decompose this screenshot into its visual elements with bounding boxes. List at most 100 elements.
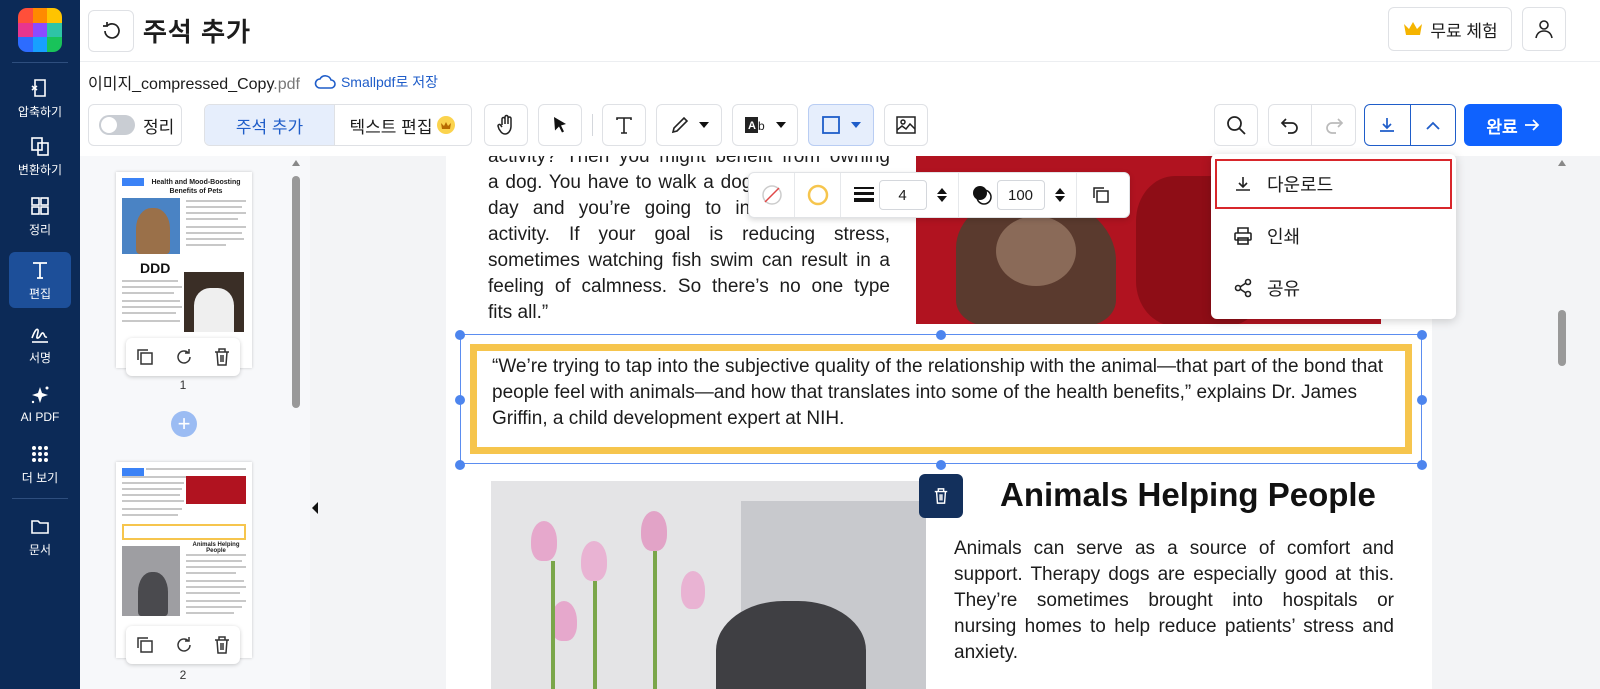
text-highlight-icon: Ab [744, 114, 768, 136]
undo-button[interactable] [1269, 105, 1313, 145]
menu-item-share[interactable]: 공유 [1215, 263, 1452, 313]
hand-tool-button[interactable] [484, 104, 528, 146]
page-number: 1 [179, 378, 187, 392]
resize-handle[interactable] [455, 330, 465, 340]
pen-tool-button[interactable] [656, 104, 722, 146]
thumbnail-scrollbar[interactable] [292, 176, 300, 408]
thumbnail-annotation [122, 524, 246, 540]
thumbnail-toolbar [126, 338, 240, 376]
scroll-up-arrow[interactable] [292, 160, 300, 166]
text-line: sometimes watching fish swim can result … [488, 250, 890, 271]
collapse-panel-arrow[interactable] [312, 502, 318, 514]
add-page-button[interactable]: + [171, 411, 197, 437]
resize-handle[interactable] [936, 460, 946, 470]
user-icon [1533, 18, 1555, 40]
resize-handle[interactable] [1417, 460, 1427, 470]
download-icon [1233, 174, 1253, 194]
trash-icon[interactable] [213, 635, 231, 655]
text-style-tool-button[interactable]: Ab [732, 104, 798, 146]
search-button[interactable] [1214, 104, 1258, 146]
sidebar-item-ai-pdf[interactable]: AI PDF [9, 376, 71, 432]
folder-icon [29, 515, 51, 537]
fill-color-button[interactable] [749, 173, 795, 217]
opacity-input[interactable]: 100 [996, 180, 1045, 210]
thumbnail-cat-image [122, 198, 180, 254]
top-bar: 주석 추가 무료 체험 [80, 0, 1600, 62]
trash-icon[interactable] [213, 347, 231, 367]
stroke-color-icon [807, 184, 829, 206]
save-label: Smallpdf로 저장 [340, 74, 438, 90]
shape-tool-button[interactable] [808, 104, 874, 146]
tab-annotate[interactable]: 주석 추가 [205, 105, 335, 145]
thumbnail-logo [122, 468, 144, 476]
sidebar-item-edit[interactable]: 편집 [9, 252, 71, 308]
shape-format-toolbar: 4 100 [748, 172, 1130, 218]
file-name[interactable]: 이미지_compressed_Copy.pdf [88, 70, 300, 94]
sidebar: 압축하기 변환하기 정리 편집 서명 AI PDF 더 보기 문서 [0, 0, 80, 689]
back-button[interactable] [88, 10, 134, 52]
document-scrollbar[interactable] [1558, 310, 1566, 366]
stroke-width-input[interactable]: 4 [878, 180, 927, 210]
delete-annotation-button[interactable] [919, 474, 963, 518]
text-icon [29, 259, 51, 281]
menu-item-label: 인쇄 [1267, 227, 1301, 247]
duplicate-icon[interactable] [135, 347, 155, 367]
thumbnail-dog-image [184, 272, 244, 332]
stroke-color-button[interactable] [795, 173, 841, 217]
rotate-icon[interactable] [174, 347, 194, 367]
free-trial-button[interactable]: 무료 체험 [1388, 7, 1512, 51]
caret-down-icon [851, 122, 861, 128]
image-tool-button[interactable] [884, 104, 928, 146]
convert-icon [29, 135, 51, 157]
toggle-switch[interactable] [99, 115, 135, 135]
download-dropdown-menu: 다운로드 인쇄 공유 [1211, 154, 1456, 319]
text-line: feeling of calmness. So there’s no one t… [488, 276, 890, 297]
mode-tabs: 주석 추가 텍스트 편집 [204, 104, 472, 146]
quote-text: “We’re trying to tap into the subjective… [492, 356, 1384, 429]
smallpdf-logo[interactable] [18, 8, 62, 52]
opacity-icon [971, 184, 993, 206]
text-icon [613, 114, 635, 136]
resize-handle[interactable] [455, 460, 465, 470]
sidebar-item-convert[interactable]: 변환하기 [9, 128, 71, 184]
cat-with-tulips-photo [491, 481, 926, 689]
text-tool-button[interactable] [602, 104, 646, 146]
text-line: Animals can serve as a source of comfort… [954, 538, 1394, 559]
menu-item-print[interactable]: 인쇄 [1215, 211, 1452, 261]
scroll-up-arrow[interactable] [1558, 160, 1566, 166]
resize-handle[interactable] [936, 330, 946, 340]
account-button[interactable] [1522, 7, 1566, 51]
sidebar-item-more[interactable]: 더 보기 [9, 436, 71, 492]
done-button[interactable]: 완료 [1464, 104, 1562, 146]
resize-handle[interactable] [1417, 395, 1427, 405]
menu-item-download[interactable]: 다운로드 [1215, 159, 1452, 209]
sidebar-item-documents[interactable]: 문서 [9, 508, 71, 564]
text-line: activity? Then you might benefit from ow… [488, 156, 890, 167]
crown-icon [1402, 20, 1424, 38]
stroke-width-stepper[interactable] [936, 188, 947, 202]
resize-handle[interactable] [455, 395, 465, 405]
download-menu-toggle[interactable] [1411, 105, 1456, 145]
sidebar-item-organize[interactable]: 정리 [9, 188, 71, 244]
opacity-stepper[interactable] [1054, 188, 1065, 202]
rotate-icon[interactable] [174, 635, 194, 655]
duplicate-icon[interactable] [135, 635, 155, 655]
organize-toggle[interactable]: 정리 [88, 104, 182, 146]
redo-button[interactable] [1312, 105, 1355, 145]
sidebar-item-compress[interactable]: 압축하기 [9, 70, 71, 126]
thumbnail-logo [122, 178, 144, 186]
text-line: anxiety. [954, 642, 1019, 663]
caret-down-icon [699, 122, 709, 128]
duplicate-annotation-button[interactable] [1077, 173, 1125, 217]
sidebar-item-label: 서명 [28, 350, 52, 365]
sidebar-item-label: 정리 [28, 222, 52, 237]
save-to-smallpdf-link[interactable]: Smallpdf로 저장 [314, 72, 438, 92]
download-button[interactable] [1365, 105, 1411, 145]
resize-handle[interactable] [1417, 330, 1427, 340]
chevron-up-icon [1426, 121, 1440, 130]
sidebar-item-label: 더 보기 [21, 470, 59, 485]
select-tool-button[interactable] [538, 104, 582, 146]
tab-edit-text[interactable]: 텍스트 편집 [335, 105, 471, 145]
menu-item-label: 다운로드 [1267, 175, 1334, 195]
sidebar-item-sign[interactable]: 서명 [9, 316, 71, 372]
